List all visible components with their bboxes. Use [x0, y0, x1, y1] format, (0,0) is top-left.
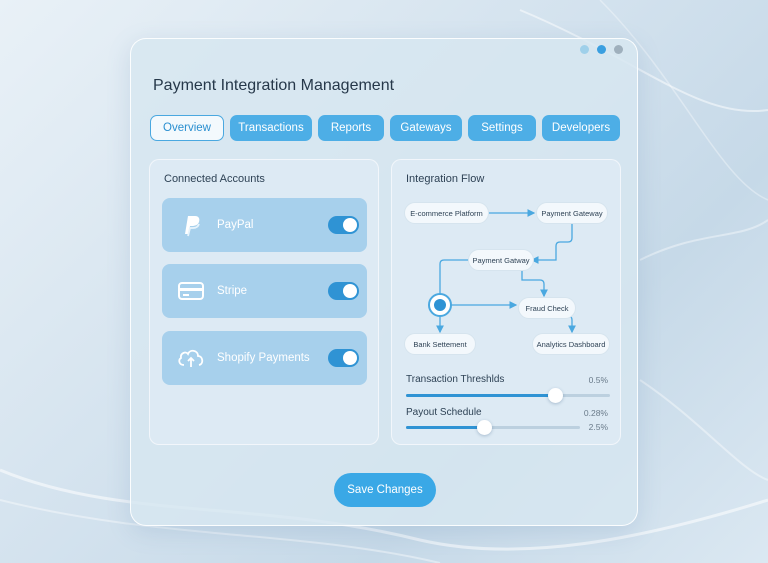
tab-bar: Overview Transactions Reports Gateways S…	[150, 115, 620, 141]
toggle-stripe[interactable]	[328, 282, 359, 300]
integration-flow-panel: Integration Flow E-commerce Platform Pay…	[391, 159, 621, 445]
payout-schedule-label: Payout Schedule	[406, 407, 482, 418]
tab-gateways[interactable]: Gateways	[390, 115, 462, 141]
transaction-thresholds-slider[interactable]	[406, 388, 610, 403]
account-label-shopify: Shopify Payments	[217, 352, 310, 364]
toggle-knob	[343, 284, 357, 298]
window-dot-1[interactable]	[580, 45, 589, 54]
tab-overview[interactable]: Overview	[150, 115, 224, 141]
flow-node-payment-gateway[interactable]: Payment Gateway	[536, 202, 608, 224]
slider-fill	[406, 426, 484, 429]
window-dot-2[interactable]	[597, 45, 606, 54]
flow-node-ecommerce[interactable]: E-commerce Platform	[404, 202, 489, 224]
flow-node-payment-gateway-secondary[interactable]: Payment Gatway	[468, 249, 534, 271]
slider-thumb[interactable]	[548, 388, 563, 403]
payout-schedule-slider[interactable]	[406, 420, 580, 435]
flow-node-fraud-check[interactable]: Fraud Check	[518, 297, 576, 319]
flow-node-analytics-dashboard[interactable]: Analytics Dashboard	[532, 333, 610, 355]
cloud-icon	[175, 342, 207, 374]
account-shopify[interactable]: Shopify Payments	[162, 331, 367, 385]
toggle-shopify[interactable]	[328, 349, 359, 367]
payout-schedule-value-top: 0.28%	[583, 408, 608, 418]
toggle-paypal[interactable]	[328, 216, 359, 234]
transaction-thresholds-label: Transaction Threshlds	[406, 374, 505, 385]
account-label-stripe: Stripe	[217, 285, 248, 297]
slider-fill	[406, 394, 555, 397]
page-title: Payment Integration Management	[153, 77, 395, 94]
window-dot-3[interactable]	[614, 45, 623, 54]
integration-card: Payment Integration Management Overview …	[130, 38, 638, 526]
slider-thumb[interactable]	[477, 420, 492, 435]
tab-settings[interactable]: Settings	[468, 115, 536, 141]
paypal-icon	[175, 209, 207, 241]
window-controls	[580, 45, 623, 54]
account-stripe[interactable]: Stripe	[162, 264, 367, 318]
account-label-paypal: PayPal	[217, 219, 254, 231]
payout-schedule-value: 2.5%	[588, 422, 608, 432]
save-changes-button[interactable]: Save Changes	[334, 473, 436, 507]
transaction-thresholds-value: 0.5%	[588, 375, 608, 385]
tab-transactions[interactable]: Transactions	[230, 115, 312, 141]
account-paypal[interactable]: PayPal	[162, 198, 367, 252]
card-icon	[175, 275, 207, 307]
connected-accounts-panel: Connected Accounts PayPal Stripe Shopify…	[149, 159, 379, 445]
toggle-knob	[343, 218, 357, 232]
tab-reports[interactable]: Reports	[318, 115, 384, 141]
connected-accounts-title: Connected Accounts	[164, 173, 265, 185]
tab-developers[interactable]: Developers	[542, 115, 620, 141]
flow-node-bank-settlement[interactable]: Bank Settement	[404, 333, 476, 355]
toggle-knob	[343, 351, 357, 365]
